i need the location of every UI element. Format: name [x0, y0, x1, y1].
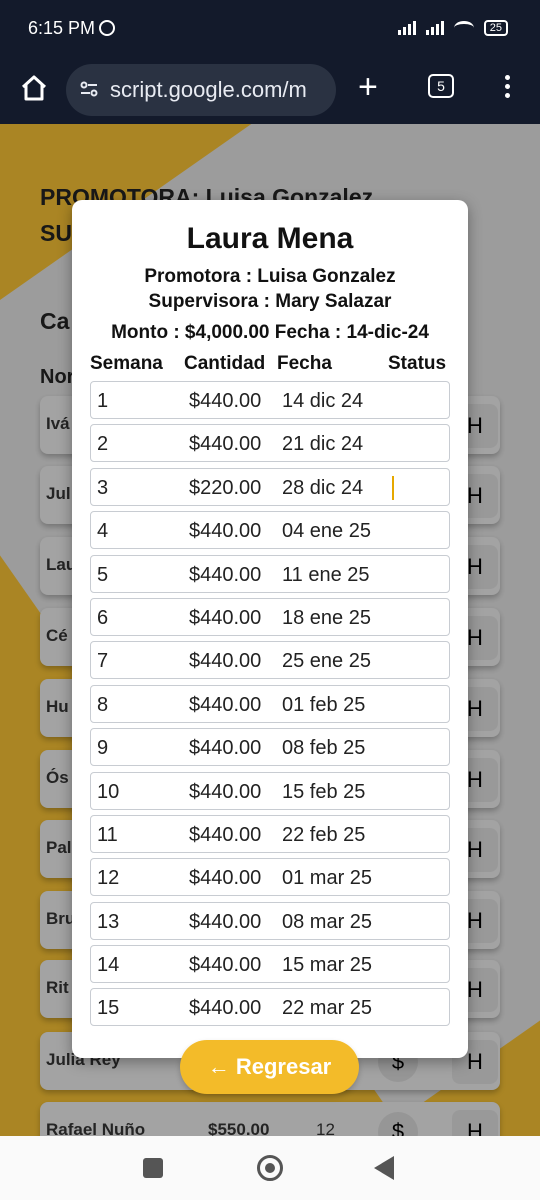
row-amount: $440.00 [189, 390, 262, 412]
header-semana: Semana [90, 353, 163, 374]
row-amount: $440.00 [189, 693, 262, 716]
tab-switcher-button[interactable]: 5 [428, 74, 454, 98]
payment-list: 1 $440.00 14 dic 24 2 $440.00 21 dic 24 3 $22… [90, 381, 450, 1032]
recents-icon[interactable] [143, 1158, 163, 1178]
browser-toolbar: script.google.com/m + 5 [0, 58, 540, 124]
payment-row[interactable]: 8 $440.00 01 feb 25 [90, 684, 450, 723]
payment-row[interactable]: 14 $440.00 15 mar 25 [90, 945, 450, 984]
monto-line: Monto : $4,000.00 Fecha : 14-dic-24 [111, 322, 429, 343]
payment-row[interactable]: 12 $440.00 01 mar 25 [90, 858, 450, 897]
payment-row[interactable]: 3 $220.00 28 dic 24 [90, 467, 450, 506]
header-status: Status [388, 353, 447, 374]
row-amount: $440.00 [189, 823, 262, 846]
client-name: Laura Mena [186, 222, 354, 255]
payment-row[interactable]: 13 $440.00 08 mar 25 [90, 901, 450, 940]
payment-row[interactable]: 11 $440.00 22 feb 25 [90, 814, 450, 853]
row-date: 22 feb 25 [282, 823, 366, 846]
row-amount: $440.00 [189, 867, 262, 890]
row-date: 08 mar 25 [282, 910, 373, 933]
row-week: 2 [97, 433, 109, 456]
row-amount: $440.00 [189, 910, 262, 933]
row-week: 13 [97, 910, 120, 933]
row-date: 21 dic 24 [282, 433, 364, 456]
row-amount: $440.00 [189, 520, 262, 543]
home-icon[interactable] [20, 74, 48, 102]
row-amount: $440.00 [189, 433, 262, 456]
signal-icon-2 [425, 21, 444, 35]
row-date: 11 ene 25 [282, 563, 370, 586]
row-week: 4 [97, 520, 109, 543]
row-date: 15 feb 25 [282, 780, 366, 803]
payment-row[interactable]: 6 $440.00 18 ene 25 [90, 597, 450, 636]
payment-row[interactable]: 1 $440.00 14 dic 24 [90, 381, 450, 419]
payment-row[interactable]: 10 $440.00 15 feb 25 [90, 771, 450, 810]
row-date: 14 dic 24 [282, 390, 364, 412]
payment-row[interactable]: 15 $440.00 22 mar 25 [90, 988, 450, 1027]
row-week: 14 [97, 954, 120, 977]
status-bar: 6:15 PM 25 [0, 0, 540, 58]
alarm-icon [99, 20, 116, 36]
row-date: 08 feb 25 [282, 737, 366, 760]
row-week: 7 [97, 650, 109, 673]
payment-row[interactable]: 7 $440.00 25 ene 25 [90, 641, 450, 680]
url-bar[interactable]: script.google.com/m [66, 64, 336, 116]
supervisora-line: Supervisora : Mary Salazar [148, 291, 392, 312]
row-date: 04 ene 25 [282, 520, 371, 543]
row-week: 8 [97, 693, 109, 716]
row-date: 25 ene 25 [282, 650, 371, 673]
system-nav-bar [0, 1136, 540, 1200]
payment-schedule-modal: Laura Mena Promotora : Luisa Gonzalez Su… [72, 200, 468, 1058]
payment-row[interactable]: 9 $440.00 08 feb 25 [90, 728, 450, 767]
row-week: 6 [97, 606, 109, 629]
text-cursor [392, 475, 394, 500]
signal-icon [397, 21, 416, 35]
row-week: 15 [97, 997, 120, 1020]
back-button[interactable]: ← Regresar [180, 1040, 359, 1094]
url-text: script.google.com/m [110, 77, 307, 102]
more-menu-icon[interactable] [497, 72, 517, 102]
row-amount: $440.00 [189, 606, 262, 629]
row-amount: $440.00 [189, 650, 262, 673]
promotora-line: Promotora : Luisa Gonzalez [144, 266, 396, 287]
row-week: 12 [97, 867, 120, 890]
row-amount: $440.00 [189, 780, 262, 803]
row-date: 01 mar 25 [282, 867, 373, 890]
payment-row[interactable]: 5 $440.00 11 ene 25 [90, 554, 450, 593]
row-date: 28 dic 24 [282, 476, 364, 499]
back-nav-icon[interactable] [374, 1156, 394, 1180]
row-amount: $440.00 [189, 997, 262, 1020]
row-amount: $440.00 [189, 563, 262, 586]
payment-row[interactable]: 2 $440.00 21 dic 24 [90, 424, 450, 463]
wifi-icon [453, 21, 474, 35]
row-date: 18 ene 25 [282, 606, 371, 629]
row-week: 9 [97, 737, 109, 760]
row-amount: $440.00 [189, 954, 262, 977]
header-cantidad: Cantidad [184, 353, 266, 374]
payment-row[interactable]: 4 $440.00 04 ene 25 [90, 511, 450, 550]
row-week: 1 [97, 390, 109, 412]
row-week: 5 [97, 563, 109, 586]
clock: 6:15 PM [28, 18, 116, 39]
battery-icon: 25 [483, 20, 508, 36]
row-amount: $220.00 [189, 476, 262, 499]
header-fecha: Fecha [277, 353, 332, 374]
row-week: 10 [97, 780, 120, 803]
row-date: 15 mar 25 [282, 954, 373, 977]
row-date: 01 feb 25 [282, 693, 366, 716]
new-tab-icon[interactable]: + [358, 70, 378, 104]
row-week: 11 [97, 823, 118, 846]
home-nav-icon[interactable] [257, 1155, 283, 1181]
row-date: 22 mar 25 [282, 997, 373, 1020]
row-week: 3 [97, 476, 109, 499]
site-settings-icon[interactable] [80, 80, 98, 98]
clock-text: 6:15 PM [28, 18, 96, 38]
row-amount: $440.00 [189, 737, 262, 760]
